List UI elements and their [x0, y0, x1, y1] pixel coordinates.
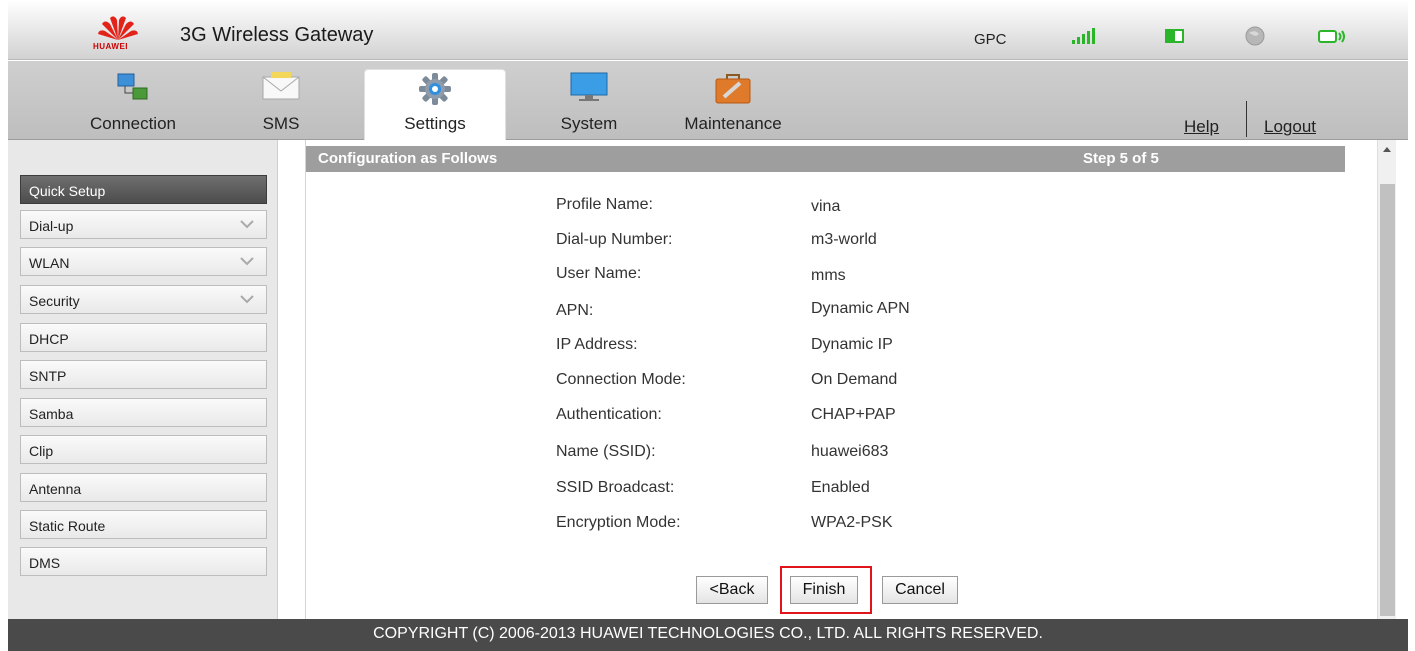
connection-mode-value: On Demand — [811, 371, 898, 388]
sidebar-item-dial-up[interactable]: Dial-up — [20, 210, 267, 239]
ssid-broadcast-value: Enabled — [811, 479, 870, 496]
sidebar-item-label: DHCP — [29, 331, 69, 347]
dial-up-number-value: m3-world — [811, 231, 877, 248]
sidebar-item-label: Static Route — [29, 518, 106, 534]
user-name-value: mms — [811, 267, 846, 284]
profile-name-value: vina — [811, 198, 841, 215]
sidebar-item-wlan[interactable]: WLAN — [20, 247, 267, 276]
sidebar-item-label: Antenna — [29, 481, 82, 497]
sidebar-item-quick-setup[interactable]: Quick Setup — [20, 175, 267, 204]
copyright-text: COPYRIGHT (C) 2006-2013 HUAWEI TECHNOLOG… — [373, 625, 1043, 642]
app-title: 3G Wireless Gateway — [180, 24, 374, 46]
connection-icon — [117, 73, 148, 100]
scroll-up-icon[interactable] — [1383, 147, 1391, 152]
chevron-down-icon — [240, 220, 254, 229]
logo-text: HUAWEI — [93, 42, 128, 51]
tab-settings-label: Settings — [404, 114, 466, 133]
apn-value: Dynamic APN — [811, 300, 910, 317]
sidebar-item-antenna[interactable]: Antenna — [20, 473, 267, 502]
encryption-mode-label: Encryption Mode: — [556, 514, 681, 531]
gear-icon — [419, 73, 451, 105]
scrollbar-thumb[interactable] — [1380, 184, 1395, 616]
ssid-broadcast-label: SSID Broadcast: — [556, 479, 675, 496]
globe-icon — [1245, 26, 1265, 46]
cancel-button[interactable]: Cancel — [882, 576, 958, 604]
connection-mode-label: Connection Mode: — [556, 371, 686, 388]
authentication-label: Authentication: — [556, 406, 662, 423]
tab-system-label: System — [560, 114, 618, 133]
battery-icon — [1165, 29, 1184, 43]
sidebar-item-label: DMS — [29, 555, 61, 571]
chevron-down-icon — [240, 257, 254, 266]
sidebar-item-label: SNTP — [29, 368, 67, 384]
tab-connection[interactable]: Connection — [78, 69, 188, 140]
chevron-down-icon — [240, 295, 254, 304]
sidebar-item-static-route[interactable]: Static Route — [20, 510, 267, 539]
ssid-label: Name (SSID): — [556, 443, 656, 460]
sidebar-item-label: Samba — [29, 406, 74, 422]
sidebar-item-label: WLAN — [29, 255, 70, 271]
tab-sms-label: SMS — [262, 114, 300, 133]
apn-label: APN: — [556, 302, 594, 319]
sidebar-item-dhcp[interactable]: DHCP — [20, 323, 267, 352]
encryption-mode-value: WPA2-PSK — [811, 514, 893, 531]
nav-divider — [1246, 101, 1247, 137]
sidebar-item-clip[interactable]: Clip — [20, 435, 267, 464]
ip-address-label: IP Address: — [556, 336, 638, 353]
tab-maintenance[interactable]: Maintenance — [668, 69, 798, 140]
signal-strength-icon — [1072, 28, 1095, 44]
sidebar-item-label: Clip — [29, 443, 54, 459]
toolbox-icon — [715, 74, 751, 104]
tab-connection-label: Connection — [89, 114, 176, 133]
monitor-icon — [570, 72, 608, 101]
tab-sms[interactable]: SMS — [250, 69, 312, 140]
sidebar-item-samba[interactable]: Samba — [20, 398, 267, 427]
back-button[interactable]: <Back — [696, 576, 768, 604]
sidebar-item-label: Quick Setup — [29, 183, 106, 199]
dial-up-number-label: Dial-up Number: — [556, 231, 673, 248]
logout-link[interactable]: Logout — [1264, 117, 1316, 137]
help-link[interactable]: Help — [1184, 117, 1219, 137]
sidebar-item-label: Security — [29, 293, 80, 309]
section-header: Configuration as Follows Step 5 of 5 — [306, 146, 1345, 172]
sidebar: Quick Setup Dial-up WLAN Security DHCP S… — [8, 140, 278, 619]
profile-name-label: Profile Name: — [556, 196, 653, 213]
finish-button[interactable]: Finish — [790, 576, 858, 604]
vertical-scrollbar[interactable] — [1377, 140, 1396, 619]
wlan-icon — [1318, 30, 1345, 43]
carrier-name: GPC — [974, 31, 1007, 48]
authentication-value: CHAP+PAP — [811, 406, 896, 423]
tab-maintenance-label: Maintenance — [684, 114, 782, 133]
sidebar-item-label: Dial-up — [29, 218, 74, 234]
ssid-value: huawei683 — [811, 443, 889, 460]
tab-system[interactable]: System — [543, 69, 635, 140]
section-title: Configuration as Follows — [318, 150, 498, 167]
top-header: HUAWEI 3G Wireless Gateway GPC — [8, 0, 1408, 60]
user-name-label: User Name: — [556, 265, 642, 282]
sidebar-item-dms[interactable]: DMS — [20, 547, 267, 576]
ip-address-value: Dynamic IP — [811, 336, 893, 353]
footer: COPYRIGHT (C) 2006-2013 HUAWEI TECHNOLOG… — [8, 619, 1408, 651]
step-indicator: Step 5 of 5 — [1083, 150, 1159, 167]
sidebar-item-sntp[interactable]: SNTP — [20, 360, 267, 389]
main-content: Configuration as Follows Step 5 of 5 Pro… — [305, 140, 1345, 619]
sidebar-item-security[interactable]: Security — [20, 285, 267, 314]
tab-settings[interactable]: Settings — [364, 69, 506, 140]
envelope-icon — [262, 72, 300, 100]
